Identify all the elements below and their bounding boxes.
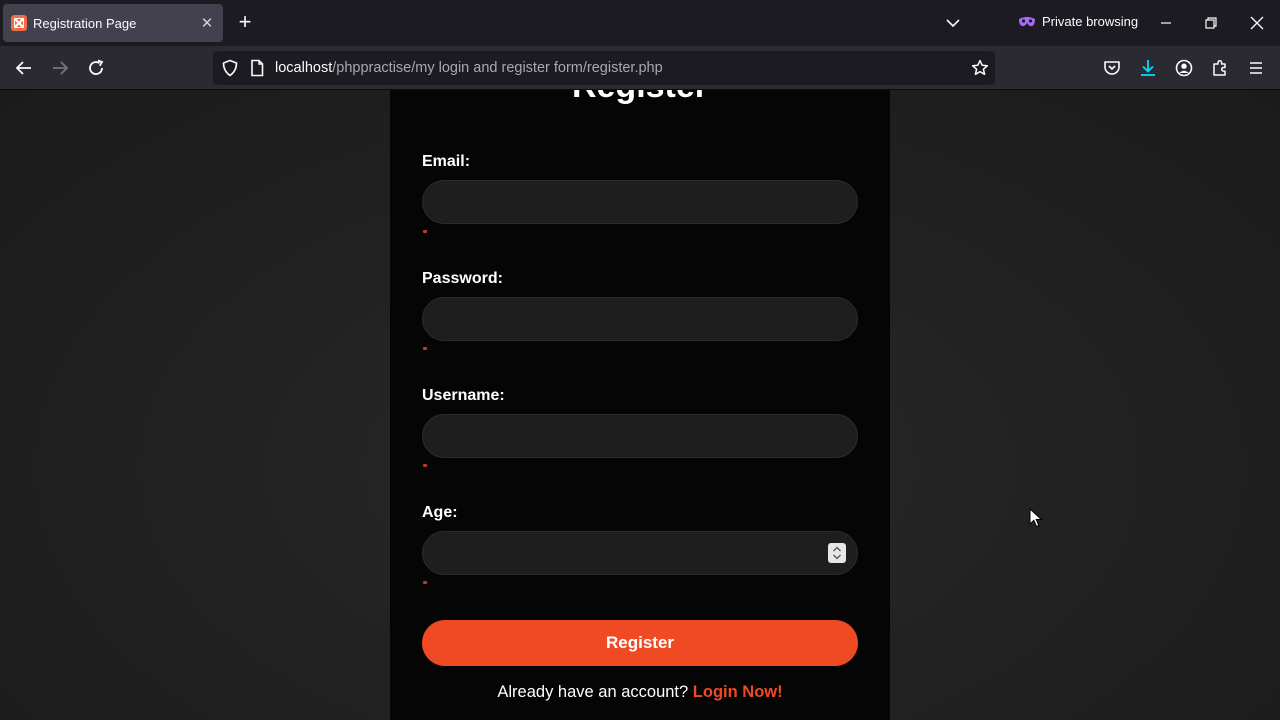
window-close-icon[interactable] [1247,13,1267,33]
login-now-link[interactable]: Login Now! [693,683,783,701]
password-required-marker [423,347,427,350]
age-required-marker [423,581,427,584]
age-field-wrapper [390,531,890,575]
password-field[interactable] [422,297,858,341]
browser-titlebar: Registration Page ✕ + Private browsing [0,0,1280,46]
address-bar[interactable]: localhost/phppractise/my login and regis… [213,51,995,85]
age-field[interactable] [422,531,858,575]
tab-title: Registration Page [33,15,137,31]
mouse-cursor-icon [1029,508,1043,528]
number-spinner-icon[interactable] [828,543,846,563]
login-prompt: Already have an account? Login Now! [390,683,890,702]
browser-tab[interactable]: Registration Page ✕ [3,4,223,42]
username-field[interactable] [422,414,858,458]
password-label: Password: [422,270,503,287]
tab-list-chevron-icon[interactable] [944,14,962,32]
private-browsing-label: Private browsing [1042,14,1139,29]
pocket-icon[interactable] [1102,58,1122,78]
xampp-favicon-icon [11,15,27,31]
private-browsing-indicator: Private browsing [1018,14,1138,29]
email-label: Email: [422,153,471,170]
restore-icon[interactable] [1201,13,1221,33]
forward-arrow-icon[interactable] [50,58,70,78]
username-label: Username: [422,387,505,404]
page-info-icon[interactable] [249,59,265,77]
login-prompt-text: Already have an account? [497,683,689,701]
url-path: /phppractise/my login and register form/… [332,60,663,76]
form-title: Register [390,90,890,106]
browser-toolbar: localhost/phppractise/my login and regis… [0,46,1280,90]
tracking-protection-shield-icon[interactable] [221,59,239,77]
url-host: localhost [275,60,333,76]
age-label: Age: [422,504,458,521]
private-mask-icon [1019,16,1035,26]
register-button[interactable]: Register [422,620,858,666]
register-card: Register Email: Password: Username: Age:… [390,90,890,720]
minimize-icon[interactable] [1156,13,1176,33]
username-required-marker [423,464,427,467]
downloads-icon[interactable] [1138,58,1158,78]
hamburger-menu-icon[interactable] [1246,58,1266,78]
extensions-puzzle-icon[interactable] [1210,58,1230,78]
email-field[interactable] [422,180,858,224]
email-required-marker [423,230,427,233]
bookmark-star-icon[interactable] [971,59,989,77]
back-arrow-icon[interactable] [14,58,34,78]
page-viewport: Register Email: Password: Username: Age:… [0,90,1280,720]
tab-close-icon[interactable]: ✕ [199,14,215,32]
reload-icon[interactable] [86,58,106,78]
url-text: localhost/phppractise/my login and regis… [275,60,663,76]
new-tab-icon[interactable]: + [234,11,256,34]
account-icon[interactable] [1174,58,1194,78]
